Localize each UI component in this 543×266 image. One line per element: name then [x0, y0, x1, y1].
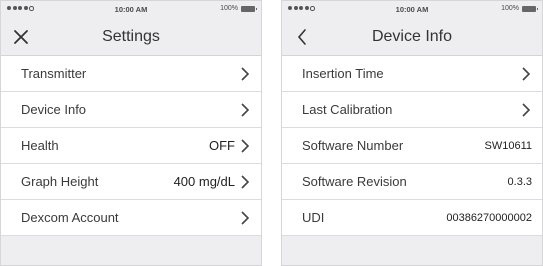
settings-row-health[interactable]: Health OFF — [1, 128, 261, 164]
settings-row-device-info[interactable]: Device Info — [1, 92, 261, 128]
row-label: Software Number — [302, 138, 404, 153]
row-label: Dexcom Account — [21, 210, 119, 225]
chevron-right-icon — [241, 210, 250, 225]
row-label: Transmitter — [21, 66, 87, 81]
settings-row-dexcom-account[interactable]: Dexcom Account — [1, 200, 261, 236]
row-value: 00386270000002 — [446, 211, 532, 224]
device-info-row-udi: UDI 00386270000002 — [282, 200, 542, 236]
chevron-right-icon — [522, 102, 531, 117]
page-title: Device Info — [371, 28, 453, 45]
device-info-row-software-number: Software Number SW10611 — [282, 128, 542, 164]
row-label: Graph Height — [21, 174, 99, 189]
battery-percent: 100% — [220, 5, 238, 12]
nav-bar: Settings — [1, 19, 261, 56]
status-bar: 10:00 AM 100% — [282, 1, 542, 19]
device-info-screen: 10:00 AM 100% Device Info Insertion Time… — [281, 0, 543, 266]
page-title: Settings — [102, 28, 160, 45]
settings-screen: 10:00 AM 100% Settings Transmitter Devic… — [0, 0, 262, 266]
chevron-right-icon — [241, 102, 250, 117]
row-label: Last Calibration — [302, 102, 393, 117]
nav-bar: Device Info — [282, 19, 542, 56]
settings-list: Transmitter Device Info Health OFF Graph… — [1, 56, 261, 236]
settings-row-transmitter[interactable]: Transmitter — [1, 56, 261, 92]
chevron-right-icon — [241, 174, 250, 189]
settings-row-graph-height[interactable]: Graph Height 400 mg/dL — [1, 164, 261, 200]
chevron-right-icon — [241, 138, 250, 153]
row-value: OFF — [209, 138, 235, 153]
row-label: Device Info — [21, 102, 87, 117]
row-value: 400 mg/dL — [173, 174, 235, 189]
row-label: UDI — [302, 210, 325, 225]
device-info-list: Insertion Time Last Calibration Software… — [282, 56, 542, 236]
device-info-row-software-revision: Software Revision 0.3.3 — [282, 164, 542, 200]
chevron-right-icon — [522, 66, 531, 81]
row-label: Software Revision — [302, 174, 407, 189]
row-value: SW10611 — [484, 139, 533, 152]
status-bar: 10:00 AM 100% — [1, 1, 261, 19]
battery-icon — [522, 5, 538, 12]
device-info-row-last-calibration[interactable]: Last Calibration — [282, 92, 542, 128]
row-value: 0.3.3 — [507, 175, 532, 188]
row-label: Insertion Time — [302, 66, 384, 81]
battery-icon — [241, 5, 257, 12]
battery-percent: 100% — [501, 5, 519, 12]
row-label: Health — [21, 138, 59, 153]
chevron-right-icon — [241, 66, 250, 81]
device-info-row-insertion-time[interactable]: Insertion Time — [282, 56, 542, 92]
